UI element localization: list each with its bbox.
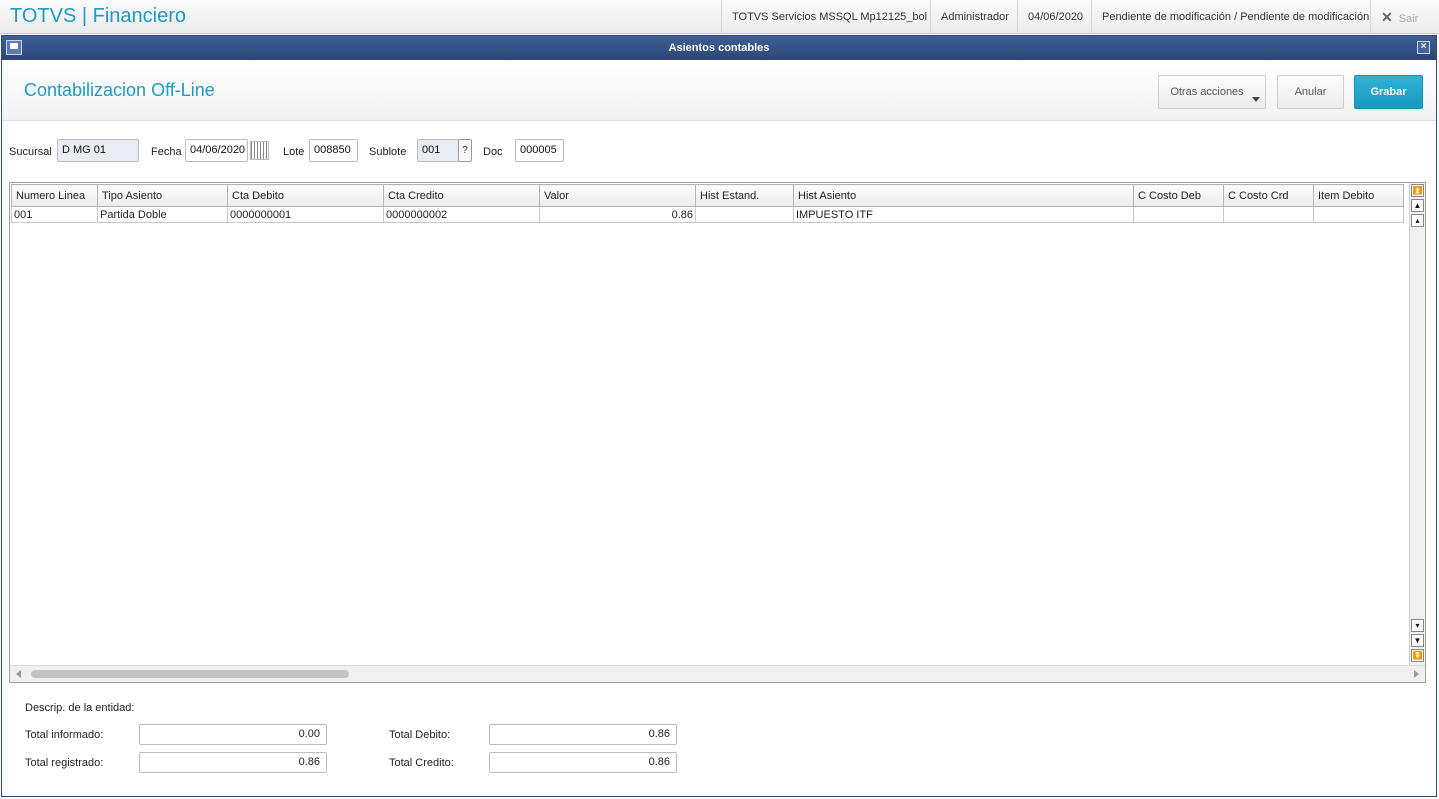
total-registrado-label: Total registrado: [25, 757, 104, 769]
window-title: Asientos contables [668, 42, 770, 54]
scroll-bottom-icon[interactable]: ⏬ [1411, 649, 1424, 662]
lote-field[interactable]: 008850 [309, 139, 358, 162]
table-cell[interactable]: 0000000001 [227, 206, 384, 223]
cancel-button[interactable]: Anular [1277, 75, 1344, 109]
sublote-field[interactable]: 001 [417, 139, 459, 162]
column-header[interactable]: Cta Credito [383, 184, 540, 207]
window-icon [6, 40, 22, 55]
column-header[interactable]: Cta Debito [227, 184, 384, 207]
column-header[interactable]: Hist Asiento [793, 184, 1134, 207]
column-header[interactable]: Hist Estand. [695, 184, 794, 207]
column-header[interactable]: Valor [539, 184, 696, 207]
calendar-icon[interactable] [250, 141, 269, 160]
fecha-field[interactable]: 04/06/2020 [185, 139, 248, 162]
sublote-lookup-button[interactable]: ? [458, 139, 472, 162]
user-label: Administrador [930, 0, 1018, 34]
scroll-page-up-icon[interactable]: ▲ [1411, 199, 1424, 212]
horizontal-scrollbar[interactable] [10, 665, 1425, 682]
table-cell[interactable] [1313, 206, 1404, 223]
date-label: 04/06/2020 [1017, 0, 1092, 34]
total-debito-label: Total Debito: [389, 729, 451, 741]
sublote-label: Sublote [369, 146, 407, 158]
column-header[interactable]: C Costo Deb [1133, 184, 1224, 207]
column-header[interactable]: C Costo Crd [1223, 184, 1314, 207]
total-credito-field[interactable]: 0.86 [489, 752, 677, 773]
exit-label: Sair [1398, 13, 1419, 25]
table-cell[interactable] [1133, 206, 1224, 223]
entries-grid[interactable]: Numero Linea Tipo Asiento Cta Debito Cta Cr… [9, 182, 1426, 683]
more-actions-label: Otras acciones [1170, 86, 1244, 98]
table-cell[interactable]: Partida Doble [97, 206, 228, 223]
status-label: Pendiente de modificación / Pendiente de… [1091, 0, 1371, 34]
vertical-scrollbar[interactable]: ⏫ ▲ ▴ ▾ ▼ ⏬ [1409, 183, 1425, 665]
column-header[interactable]: Numero Linea [11, 184, 98, 207]
window-title-bar: Asientos contables × [2, 36, 1436, 60]
column-header[interactable]: Tipo Asiento [97, 184, 228, 207]
save-button[interactable]: Grabar [1354, 75, 1423, 109]
total-debito-field[interactable]: 0.86 [489, 724, 677, 745]
sucursal-label: Sucursal [9, 146, 52, 158]
total-registrado-field[interactable]: 0.86 [139, 752, 327, 773]
exit-button[interactable]: ✕ Sair [1370, 0, 1439, 34]
lote-label: Lote [283, 146, 305, 158]
more-actions-button[interactable]: Otras acciones [1158, 75, 1266, 109]
app-title: TOTVS | Financiero [10, 5, 186, 27]
app-top-bar: TOTVS | Financiero TOTVS Servicios MSSQL… [0, 0, 1439, 34]
fecha-label: Fecha [151, 146, 182, 158]
table-cell[interactable]: 0.86 [539, 206, 696, 223]
scroll-page-down-icon[interactable]: ▼ [1411, 634, 1424, 647]
total-informado-label: Total informado: [25, 729, 104, 741]
table-cell[interactable]: 001 [11, 206, 98, 223]
entries-table: Numero Linea Tipo Asiento Cta Debito Cta Cr… [11, 184, 1404, 223]
page-title: Contabilizacion Off-Line [24, 80, 215, 100]
scroll-left-icon[interactable] [16, 670, 21, 678]
scroll-up-icon[interactable]: ▴ [1411, 214, 1424, 227]
close-icon: ✕ [1381, 9, 1393, 25]
chevron-down-icon [1252, 97, 1260, 102]
table-cell[interactable]: IMPUESTO ITF [793, 206, 1134, 223]
column-header[interactable]: Item Debito [1313, 184, 1404, 207]
window-close-icon[interactable]: × [1417, 41, 1430, 54]
doc-label: Doc [483, 146, 503, 158]
environment-label: TOTVS Servicios MSSQL Mp12125_bol [721, 0, 931, 34]
horizontal-scroll-thumb[interactable] [31, 670, 349, 678]
entity-description-label: Descrip. de la entidad: [25, 702, 135, 714]
header-panel: Contabilizacion Off-Line Otras acciones … [2, 60, 1436, 121]
scroll-down-icon[interactable]: ▾ [1411, 619, 1424, 632]
total-informado-field[interactable]: 0.00 [139, 724, 327, 745]
table-cell[interactable] [1223, 206, 1314, 223]
scroll-right-icon[interactable] [1414, 670, 1419, 678]
doc-field[interactable]: 000005 [515, 139, 564, 162]
total-credito-label: Total Credito: [389, 757, 454, 769]
table-cell[interactable]: 0000000002 [383, 206, 540, 223]
table-cell[interactable] [695, 206, 794, 223]
scroll-top-icon[interactable]: ⏫ [1411, 184, 1424, 197]
table-row[interactable]: 001 Partida Doble 0000000001 0000000002 0.86… [11, 206, 1404, 223]
sucursal-field[interactable]: D MG 01 [57, 139, 139, 162]
